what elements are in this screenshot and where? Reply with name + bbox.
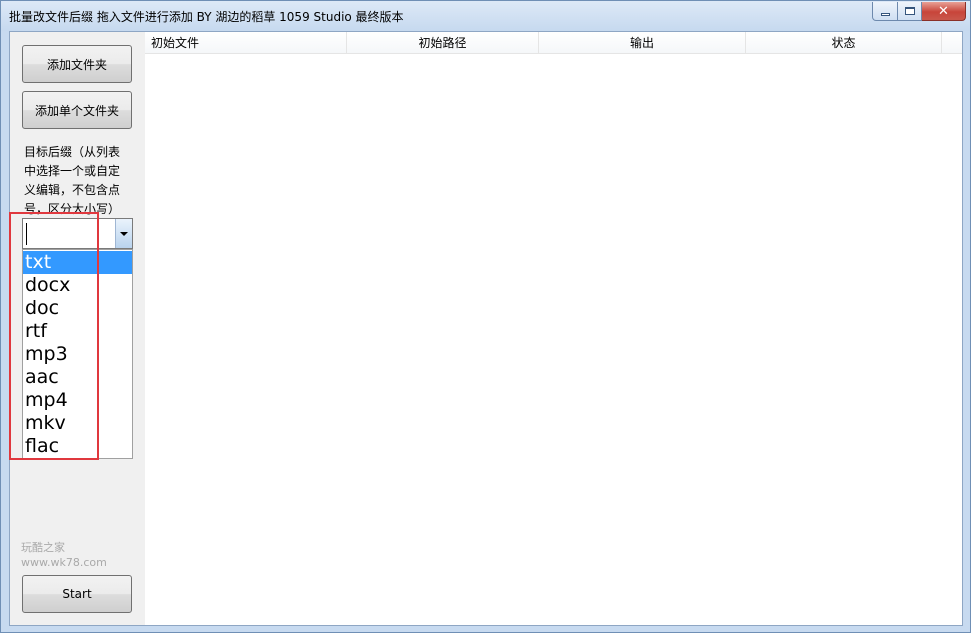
dropdown-item[interactable]: flac bbox=[23, 435, 132, 458]
window-title: 批量改文件后缀 拖入文件进行添加 BY 湖边的稻草 1059 Studio 最终… bbox=[9, 10, 404, 24]
dropdown-item[interactable]: aac bbox=[23, 366, 132, 389]
title-bar: 批量改文件后缀 拖入文件进行添加 BY 湖边的稻草 1059 Studio 最终… bbox=[1, 1, 970, 31]
dropdown-item[interactable]: txt bbox=[23, 251, 132, 274]
column-header-initial-path[interactable]: 初始路径 bbox=[347, 32, 539, 54]
target-suffix-label: 目标后缀（从列表中选择一个或自定义编辑，不包含点号，区分大小写） bbox=[24, 145, 121, 216]
watermark: 玩酷之家 www.wk78.com bbox=[21, 540, 107, 570]
dropdown-item[interactable]: mkv bbox=[23, 412, 132, 435]
suffix-dropdown-list: txt docx doc rtf mp3 aac mp4 mkv flac bbox=[22, 249, 133, 459]
client-area: 添加文件夹 添加单个文件夹 目标后缀（从列表中选择一个或自定义编辑，不包含点号，… bbox=[9, 31, 963, 626]
dropdown-item[interactable]: doc bbox=[23, 297, 132, 320]
column-header-filler bbox=[942, 32, 962, 54]
watermark-line-2: www.wk78.com bbox=[21, 556, 107, 569]
dropdown-item[interactable]: rtf bbox=[23, 320, 132, 343]
chevron-down-icon bbox=[120, 231, 128, 236]
window-controls: ✕ bbox=[872, 2, 966, 22]
close-icon: ✕ bbox=[938, 3, 949, 19]
column-header-status[interactable]: 状态 bbox=[746, 32, 942, 54]
suffix-combobox[interactable] bbox=[22, 218, 133, 249]
minimize-icon bbox=[880, 12, 890, 16]
start-button[interactable]: Start bbox=[22, 575, 132, 613]
column-header-initial-file[interactable]: 初始文件 bbox=[145, 32, 347, 54]
maximize-icon bbox=[904, 7, 915, 15]
minimize-button[interactable] bbox=[872, 2, 898, 21]
combo-dropdown-button[interactable] bbox=[115, 219, 132, 248]
left-panel: 添加文件夹 添加单个文件夹 目标后缀（从列表中选择一个或自定义编辑，不包含点号，… bbox=[9, 32, 145, 625]
text-caret bbox=[26, 223, 27, 245]
list-header: 初始文件 初始路径 输出 状态 bbox=[145, 32, 962, 54]
dropdown-item[interactable]: mp3 bbox=[23, 343, 132, 366]
dropdown-item[interactable]: docx bbox=[23, 274, 132, 297]
add-single-file-button[interactable]: 添加单个文件夹 bbox=[22, 91, 132, 129]
dropdown-item[interactable]: mp4 bbox=[23, 389, 132, 412]
maximize-button[interactable] bbox=[898, 2, 922, 21]
close-button[interactable]: ✕ bbox=[922, 2, 966, 21]
watermark-line-1: 玩酷之家 bbox=[21, 541, 65, 554]
column-header-output[interactable]: 输出 bbox=[539, 32, 746, 54]
add-folder-button[interactable]: 添加文件夹 bbox=[22, 45, 132, 83]
file-list-view[interactable]: 初始文件 初始路径 输出 状态 bbox=[145, 32, 962, 625]
app-window: 批量改文件后缀 拖入文件进行添加 BY 湖边的稻草 1059 Studio 最终… bbox=[0, 0, 971, 633]
